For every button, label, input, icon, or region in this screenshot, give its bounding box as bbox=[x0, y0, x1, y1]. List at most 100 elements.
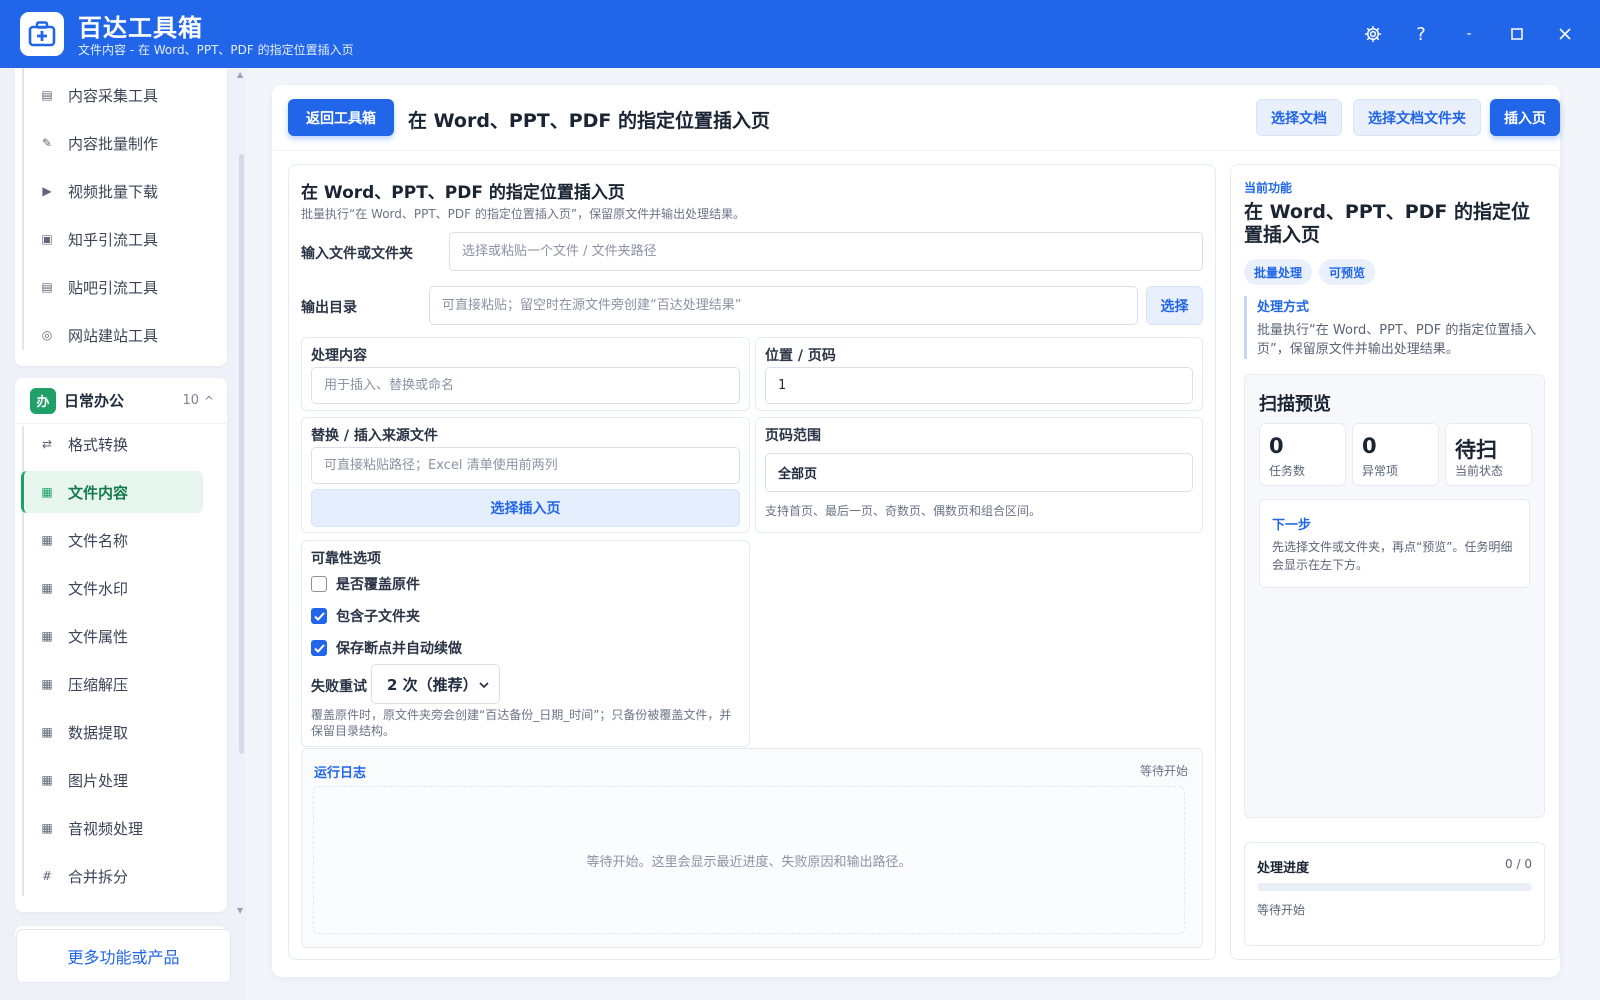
content-field[interactable] bbox=[311, 367, 740, 404]
sidebar-group-daily-office[interactable]: 办 日常办公 10 ^ bbox=[15, 378, 227, 424]
scroll-thumb[interactable] bbox=[239, 154, 244, 754]
sidebar: ▤ 内容采集工具 ✎ 内容批量制作 ▶ 视频批量下载 ▣ 知乎引流工具 ▤ 贴吧引流工具 ◎ 网站建站… bbox=[0, 68, 246, 1000]
header-divider bbox=[272, 150, 1560, 151]
checkbox-label: 包含子文件夹 bbox=[336, 609, 420, 625]
back-to-toolbox-button[interactable]: 返回工具箱 bbox=[288, 99, 394, 136]
scan-preview-title: 扫描预览 bbox=[1259, 394, 1331, 415]
form-description: 批量执行“在 Word、PPT、PDF 的指定位置插入页”，保留原文件并输出处理… bbox=[301, 207, 746, 221]
checkbox-option[interactable]: 是否覆盖原件 bbox=[311, 574, 420, 594]
checkbox-checked-icon[interactable] bbox=[311, 608, 327, 624]
sidebar-item-label: 视频批量下载 bbox=[68, 182, 159, 201]
chevron-down-icon bbox=[479, 678, 489, 691]
grid-icon: ▦ bbox=[41, 773, 53, 787]
close-icon[interactable] bbox=[1549, 18, 1581, 50]
chevron-up-icon: ^ bbox=[203, 393, 214, 408]
stat-error-count: 0 异常项 bbox=[1352, 423, 1439, 486]
input-path-field[interactable] bbox=[449, 232, 1203, 271]
select-folder-button[interactable]: 选择文档文件夹 bbox=[1353, 99, 1481, 136]
checkbox-unchecked-icon[interactable] bbox=[311, 576, 327, 592]
help-icon[interactable]: ? bbox=[1405, 18, 1437, 50]
next-step-box: 下一步 先选择文件或文件夹，再点“预览”。任务明细会显示在左下方。 bbox=[1259, 499, 1530, 588]
minimize-icon[interactable]: - bbox=[1453, 18, 1485, 50]
zhihu-icon: ▣ bbox=[41, 232, 53, 246]
sidebar-item[interactable]: ▣ 知乎引流工具 bbox=[21, 218, 203, 260]
checkbox-option[interactable]: 保存断点并自动续做 bbox=[311, 638, 462, 658]
reliability-hint: 覆盖原件时，原文件夹旁会创建“百达备份_日期_时间”；只备份被覆盖文件，并保留目… bbox=[311, 708, 732, 738]
current-feature-eyebrow: 当前功能 bbox=[1244, 181, 1293, 195]
sidebar-item[interactable]: ▤ 贴吧引流工具 bbox=[21, 266, 203, 308]
hash-icon: # bbox=[41, 869, 53, 883]
range-hint: 支持首页、最后一页、奇数页、偶数页和组合区间。 bbox=[765, 504, 1042, 518]
sidebar-item[interactable]: ▦ 文件名称 bbox=[21, 519, 203, 561]
settings-icon[interactable] bbox=[1357, 18, 1389, 50]
grid-icon: ▦ bbox=[41, 581, 53, 595]
more-features-button[interactable]: 更多功能或产品 bbox=[16, 929, 231, 983]
insert-page-button[interactable]: 插入页 bbox=[1490, 99, 1560, 136]
sidebar-item[interactable]: ▦ 文件水印 bbox=[21, 567, 203, 609]
sidebar-item-label: 文件水印 bbox=[68, 579, 129, 598]
scroll-up-icon[interactable]: ▲ bbox=[237, 70, 243, 79]
grid-icon: ▦ bbox=[41, 533, 53, 547]
processing-method: 处理方式 批量执行“在 Word、PPT、PDF 的指定位置插入页”，保留原文件… bbox=[1244, 296, 1544, 359]
grid-icon: ▦ bbox=[41, 821, 53, 835]
sidebar-item[interactable]: ▦ 图片处理 bbox=[21, 759, 203, 801]
position-field[interactable] bbox=[765, 367, 1193, 404]
video-icon: ▶ bbox=[42, 184, 52, 198]
sidebar-item[interactable]: ▦ 文件内容 bbox=[21, 471, 203, 513]
globe-icon: ◎ bbox=[41, 328, 53, 342]
progress-bar bbox=[1257, 883, 1532, 891]
swap-icon: ⇄ bbox=[41, 437, 53, 451]
checkbox-checked-icon[interactable] bbox=[311, 640, 327, 656]
select-document-button[interactable]: 选择文档 bbox=[1256, 99, 1342, 136]
sidebar-item[interactable]: ▦ 压缩解压 bbox=[21, 663, 203, 705]
scroll-down-icon[interactable]: ▼ bbox=[237, 906, 243, 915]
title-bar: 百达工具箱 文件内容 - 在 Word、PPT、PDF 的指定位置插入页 ? - bbox=[0, 0, 1600, 68]
collect-icon: ▤ bbox=[41, 88, 53, 102]
select-insert-page-button[interactable]: 选择插入页 bbox=[311, 489, 740, 527]
sidebar-item-label: 知乎引流工具 bbox=[68, 230, 159, 249]
sidebar-item-label: 数据提取 bbox=[68, 723, 129, 742]
sidebar-item[interactable]: ⇄ 格式转换 bbox=[21, 423, 203, 465]
sidebar-item[interactable]: ✎ 内容批量制作 bbox=[21, 122, 203, 164]
page-title: 在 Word、PPT、PDF 的指定位置插入页 bbox=[408, 110, 771, 132]
output-select-button[interactable]: 选择 bbox=[1146, 286, 1203, 325]
sidebar-item[interactable]: ▦ 数据提取 bbox=[21, 711, 203, 753]
output-dir-field[interactable] bbox=[429, 286, 1138, 325]
source-field[interactable] bbox=[311, 447, 740, 484]
stat-label: 当前状态 bbox=[1455, 464, 1504, 478]
next-step-title: 下一步 bbox=[1272, 518, 1312, 533]
grid-icon: ▦ bbox=[41, 677, 53, 691]
sidebar-item-label: 内容采集工具 bbox=[68, 86, 159, 105]
checkbox-option[interactable]: 包含子文件夹 bbox=[311, 606, 420, 626]
sidebar-item-label: 贴吧引流工具 bbox=[68, 278, 159, 297]
retry-select[interactable]: 2 次（推荐） bbox=[371, 664, 500, 704]
maximize-icon[interactable] bbox=[1501, 18, 1533, 50]
next-step-text: 先选择文件或文件夹，再点“预览”。任务明细会显示在左下方。 bbox=[1272, 540, 1513, 572]
method-title: 处理方式 bbox=[1257, 300, 1310, 315]
range-label: 页码范围 bbox=[765, 428, 821, 444]
tieba-icon: ▤ bbox=[41, 280, 53, 294]
sidebar-item[interactable]: ▤ 内容采集工具 bbox=[21, 74, 203, 116]
stat-task-count: 0 任务数 bbox=[1259, 423, 1346, 486]
sidebar-item[interactable]: # 合并拆分 bbox=[21, 855, 203, 897]
toolbox-logo-icon bbox=[20, 12, 64, 56]
sidebar-item[interactable]: ▦ 音视频处理 bbox=[21, 807, 203, 849]
tag-batch: 批量处理 bbox=[1244, 259, 1313, 285]
range-field[interactable] bbox=[765, 453, 1193, 492]
sidebar-scrollbar[interactable]: ▲ ▼ bbox=[236, 68, 246, 1000]
progress-status: 等待开始 bbox=[1257, 903, 1306, 917]
sidebar-item[interactable]: ▶ 视频批量下载 bbox=[21, 170, 203, 212]
grid-icon: ▦ bbox=[41, 485, 53, 499]
sidebar-item-label: 图片处理 bbox=[68, 771, 129, 790]
sidebar-item[interactable]: ▦ 文件属性 bbox=[21, 615, 203, 657]
method-text: 批量执行“在 Word、PPT、PDF 的指定位置插入页”，保留原文件并输出处理… bbox=[1257, 323, 1537, 357]
sidebar-item[interactable]: ◎ 网站建站工具 bbox=[21, 314, 203, 356]
app-subtitle: 文件内容 - 在 Word、PPT、PDF 的指定位置插入页 bbox=[78, 43, 354, 57]
app-title: 百达工具箱 bbox=[78, 14, 203, 42]
sidebar-item-label: 文件属性 bbox=[68, 627, 129, 646]
sidebar-item-label: 网站建站工具 bbox=[68, 326, 159, 345]
form-title: 在 Word、PPT、PDF 的指定位置插入页 bbox=[301, 183, 625, 203]
run-log-title: 运行日志 bbox=[314, 766, 367, 781]
checkbox-label: 保存断点并自动续做 bbox=[336, 641, 462, 657]
position-label: 位置 / 页码 bbox=[765, 348, 836, 364]
